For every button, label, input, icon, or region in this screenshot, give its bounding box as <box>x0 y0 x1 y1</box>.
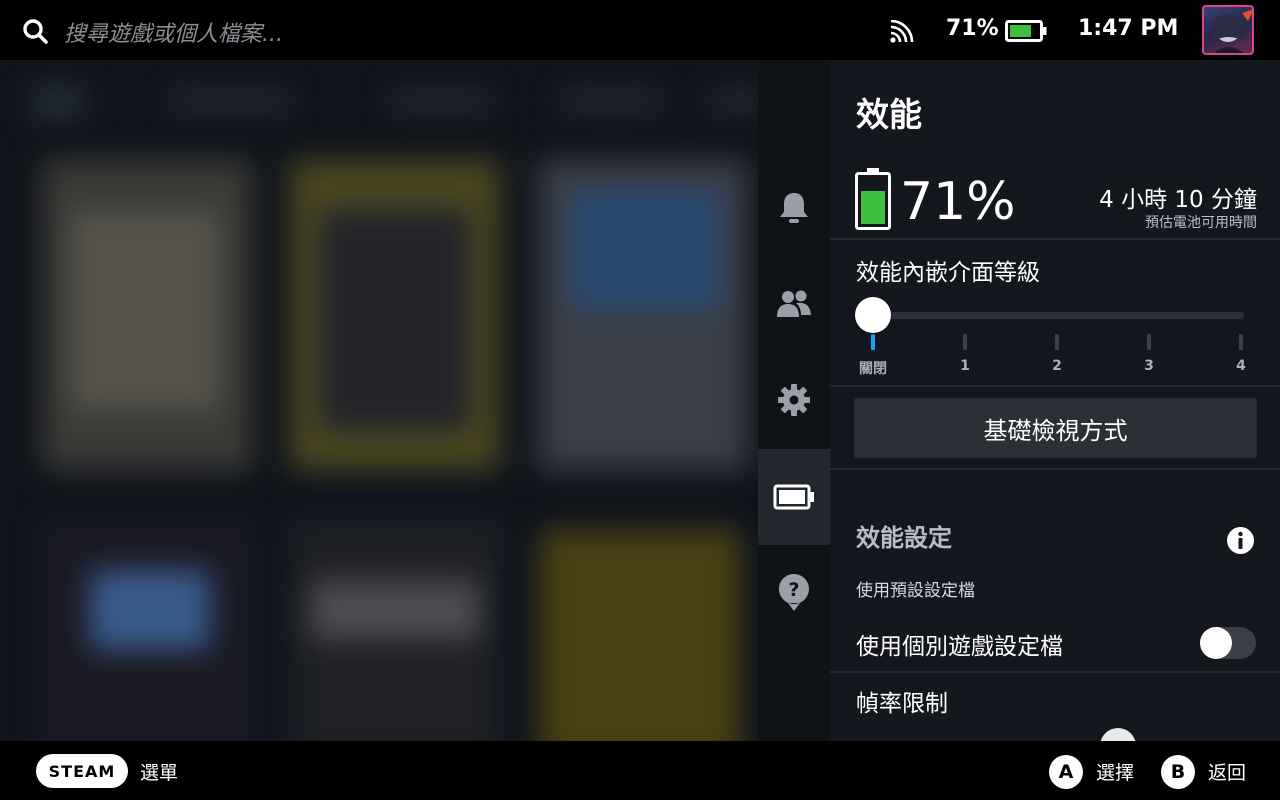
clock: 1:47 PM <box>1078 16 1179 41</box>
search-icon[interactable] <box>22 18 48 44</box>
help-icon: ? <box>778 574 809 611</box>
slider-tick <box>1239 334 1243 350</box>
rail-item-notifications[interactable] <box>758 160 830 256</box>
slider-tick <box>1147 334 1151 350</box>
library-background <box>0 60 758 741</box>
tick-label-1: 1 <box>960 358 970 374</box>
overlay-slider-knob[interactable] <box>855 297 891 333</box>
overlay-level-label: 效能內嵌介面等級 <box>856 260 1040 286</box>
battery-icon <box>1005 20 1047 42</box>
slider-tick <box>963 334 967 350</box>
library-tab <box>710 90 758 112</box>
slider-tick <box>871 334 875 350</box>
tick-label-4: 4 <box>1236 358 1246 374</box>
overlay-level-slider[interactable] <box>872 312 1244 319</box>
bell-icon <box>780 193 808 223</box>
game-tile-art <box>90 570 210 650</box>
frame-limit-slider-knob[interactable] <box>1100 728 1136 741</box>
search-input[interactable]: 搜尋遊戲或個人檔案... <box>64 16 283 48</box>
battery-percentage: 71% <box>946 16 999 41</box>
per-game-profile-toggle[interactable] <box>1200 627 1256 659</box>
toggle-knob <box>1200 627 1232 659</box>
avatar-image <box>1212 9 1252 53</box>
menu-label: 選單 <box>140 762 179 784</box>
library-blur <box>0 60 758 741</box>
tick-label-3: 3 <box>1144 358 1154 374</box>
divider <box>830 385 1280 387</box>
library-tab <box>390 90 490 112</box>
rail-item-friends[interactable] <box>758 256 830 352</box>
battery-percentage-large: 71% <box>900 172 1016 232</box>
frame-limit-label: 幀率限制 <box>856 691 948 717</box>
b-button[interactable]: B <box>1161 755 1195 789</box>
back-label: 返回 <box>1208 762 1247 784</box>
select-label: 選擇 <box>1096 762 1135 784</box>
top-bar: 搜尋遊戲或個人檔案... 71% 1:47 PM <box>0 0 1280 60</box>
tick-label-2: 2 <box>1052 358 1062 374</box>
game-tile-art <box>570 190 720 310</box>
battery-time-caption: 預估電池可用時間 <box>1145 215 1257 231</box>
slider-tick <box>1055 334 1059 350</box>
library-tab <box>170 90 290 112</box>
game-tile-art <box>310 580 480 640</box>
performance-panel: 效能 71% 4 小時 10 分鐘 預估電池可用時間 效能內嵌介面等級 關閉 1… <box>830 60 1280 741</box>
rail-item-performance[interactable] <box>758 449 830 545</box>
game-tile <box>540 530 740 741</box>
friends-icon <box>777 290 811 317</box>
library-logo <box>30 84 86 120</box>
game-tile-art <box>70 210 220 410</box>
basic-view-button[interactable]: 基礎檢視方式 <box>854 398 1257 458</box>
performance-settings-header: 效能設定 <box>856 524 952 552</box>
library-tab <box>560 90 660 112</box>
rail-item-help[interactable]: ? <box>758 544 830 640</box>
per-game-profile-label: 使用個別遊戲設定檔 <box>856 634 1063 660</box>
rail-item-settings[interactable] <box>758 352 830 448</box>
info-icon[interactable] <box>1227 527 1254 554</box>
bottom-bar: STEAM 選單 A 選擇 B 返回 <box>0 741 1280 800</box>
steam-button[interactable]: STEAM <box>36 754 128 788</box>
divider <box>830 238 1280 240</box>
gear-icon <box>778 384 810 416</box>
divider <box>830 468 1280 470</box>
default-profile-text: 使用預設設定檔 <box>856 581 975 601</box>
battery-time-remaining: 4 小時 10 分鐘 <box>1099 187 1257 213</box>
quick-access-rail: ? <box>758 60 830 741</box>
panel-title: 效能 <box>856 95 922 134</box>
game-tile-art <box>320 210 470 430</box>
svg-text:?: ? <box>788 579 799 601</box>
wifi-signal-icon <box>890 20 914 43</box>
divider <box>830 671 1280 673</box>
battery-icon <box>773 484 814 510</box>
battery-level-icon <box>855 168 891 230</box>
a-button[interactable]: A <box>1049 755 1083 789</box>
avatar[interactable] <box>1202 5 1254 55</box>
tick-label-off: 關閉 <box>859 361 887 377</box>
